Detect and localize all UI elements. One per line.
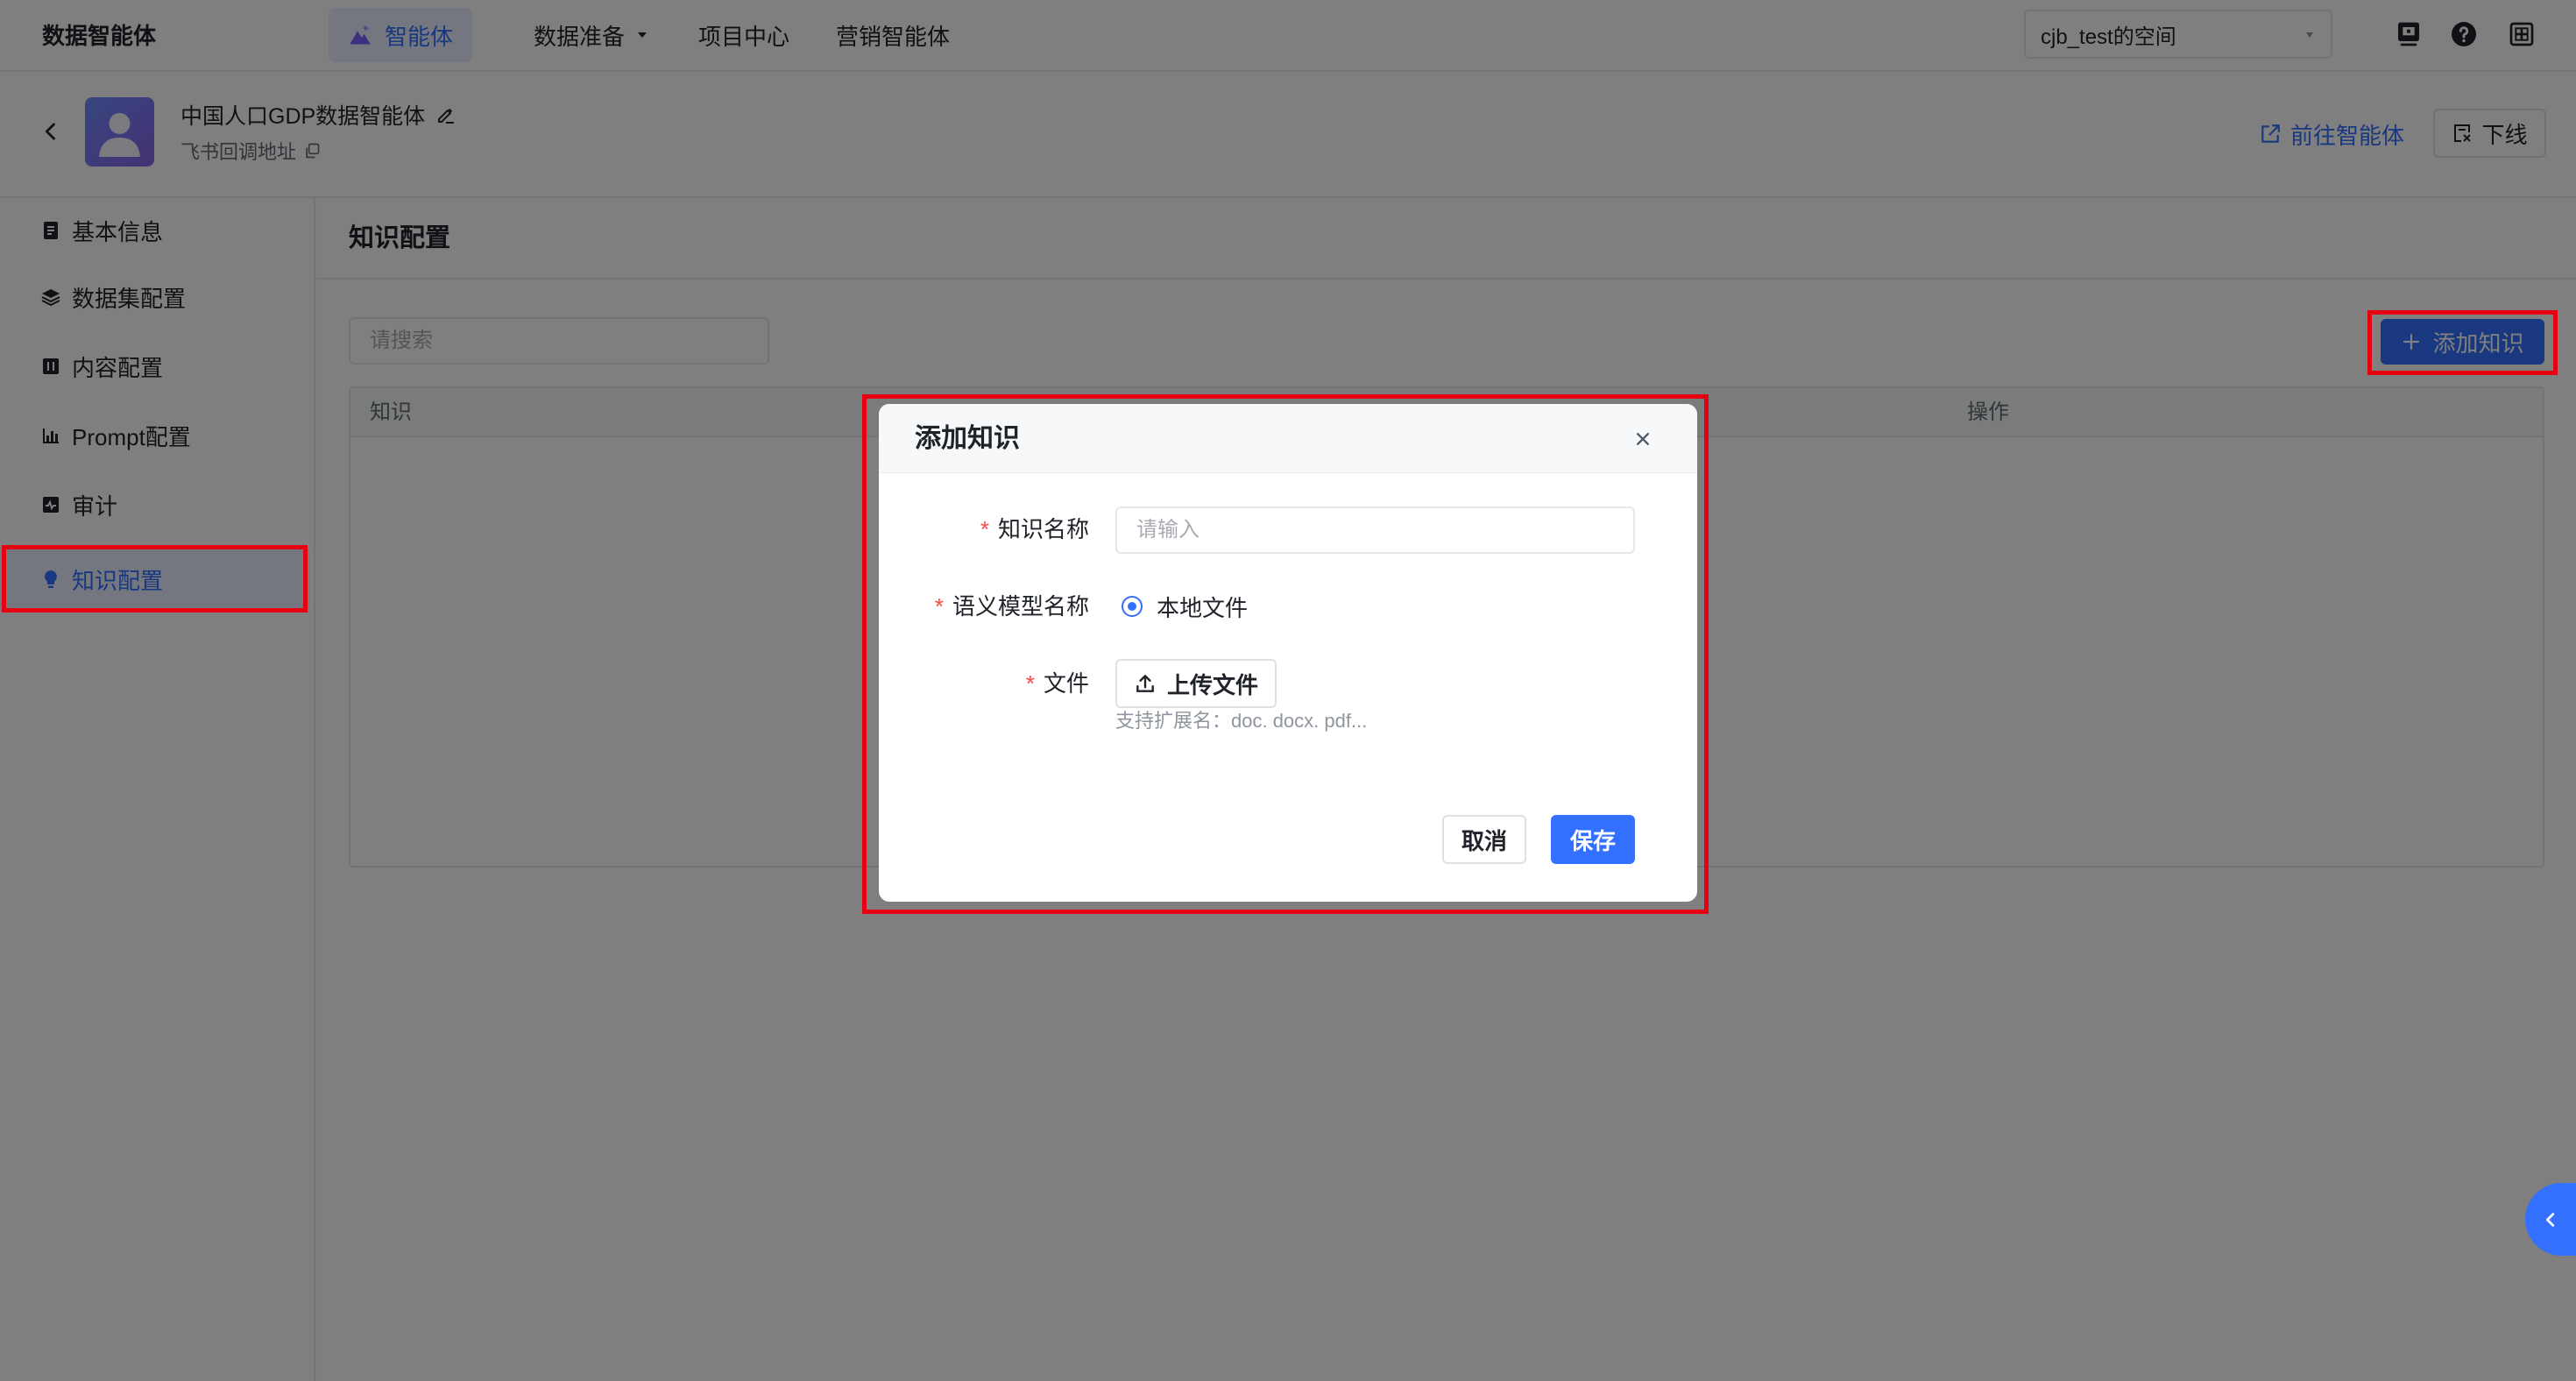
chevron-left-icon — [2541, 1210, 2560, 1229]
annotation-box-modal — [862, 394, 1709, 914]
annotation-box-sidebar — [2, 545, 308, 613]
annotation-box-add-button — [2367, 310, 2558, 375]
